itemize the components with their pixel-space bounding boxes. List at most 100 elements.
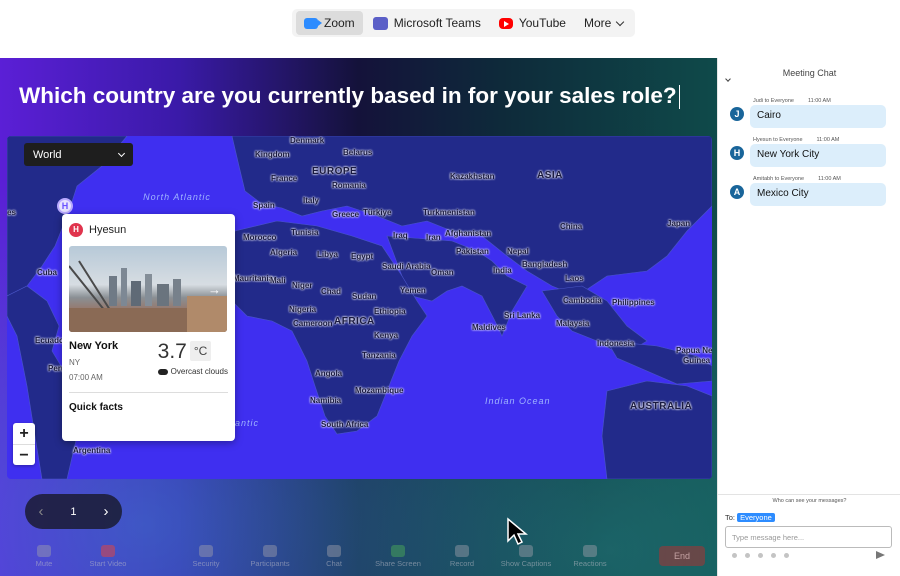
participants-icon <box>263 544 277 557</box>
chat-message-meta: Amitabh to Everyone 11:00 AM <box>753 176 841 182</box>
map-label-kenya: Kenya <box>374 331 399 340</box>
reactions-button[interactable]: Reactions <box>558 544 622 568</box>
mute-button[interactable]: Mute <box>12 544 76 568</box>
map-label-morocco: Morocco <box>243 233 277 242</box>
map-label-asia: ASIA <box>537 170 563 181</box>
arrow-right-icon[interactable]: → <box>208 282 221 297</box>
tab-more-label: More <box>583 16 612 30</box>
chat-input-tools <box>732 553 789 558</box>
weather-time: 07:00 AM <box>69 373 103 382</box>
shield-icon <box>199 544 213 557</box>
emoji-icon[interactable] <box>771 553 776 558</box>
chat-button[interactable]: Chat <box>302 544 366 568</box>
map-label-belarus: Belarus <box>343 148 373 157</box>
map-label-mozambique: Mozambique <box>355 386 404 395</box>
chevron-right-icon[interactable]: › <box>104 503 109 520</box>
screen: Zoom Microsoft Teams YouTube More Which … <box>0 0 900 576</box>
platform-tabs: Zoom Microsoft Teams YouTube More <box>292 9 636 37</box>
text-caret <box>678 85 681 110</box>
chevron-left-icon[interactable]: ‹ <box>38 503 43 520</box>
map-label-algeria: Algeria <box>270 248 298 257</box>
send-icon[interactable] <box>876 551 885 559</box>
map-label-india: India <box>493 266 512 275</box>
start-video-button[interactable]: Start Video <box>76 544 140 568</box>
map-label-chad: Chad <box>321 287 341 296</box>
map-label-greece: Greece <box>332 210 360 219</box>
record-label: Record <box>449 558 475 568</box>
avatar: H <box>730 146 744 160</box>
map-label-afghanistan: Afghanistan <box>445 229 492 238</box>
show-captions-label: Show Captions <box>500 558 552 568</box>
reactions-label: Reactions <box>573 558 607 568</box>
file-icon[interactable] <box>758 553 763 558</box>
map-label-kingdom: Kingdom <box>255 150 290 159</box>
avatar: A <box>730 185 744 199</box>
tab-more[interactable]: More <box>576 11 631 35</box>
record-button[interactable]: Record <box>430 544 494 568</box>
zoom-in-button[interactable]: + <box>13 423 35 444</box>
microphone-icon <box>37 544 51 557</box>
map-label-australia: AUSTRALIA <box>630 401 693 412</box>
city-skyline <box>69 260 227 332</box>
map-region-select[interactable]: World <box>24 143 133 166</box>
map-label-maldives: Maldives <box>472 323 506 332</box>
map-label-papua: Papua New <box>676 346 712 355</box>
tab-zoom[interactable]: Zoom <box>296 11 363 35</box>
meeting-toolbar: Mute Start Video Security Participants C… <box>0 536 717 576</box>
map-label-italy: Italy <box>303 196 320 205</box>
share-screen-button[interactable]: Share Screen <box>366 544 430 568</box>
map-label-guinea: Guinea <box>683 356 711 365</box>
chat-time: 11:00 AM <box>818 176 841 182</box>
end-meeting-button[interactable]: End <box>659 546 705 566</box>
weather-state: NY <box>69 358 81 367</box>
chat-message-meta: Hyesun to Everyone 11:00 AM <box>753 137 839 143</box>
map-label-iran: Iran <box>426 233 441 242</box>
map-label-china: China <box>560 222 583 231</box>
screenshot-icon[interactable] <box>745 553 750 558</box>
map-label-tunisia: Tunisia <box>291 228 319 237</box>
map-label-mali: Mali <box>270 276 286 285</box>
youtube-icon <box>498 17 513 29</box>
meeting-chat-panel: Meeting Chat Judi to Everyone 11:00 AM J … <box>717 58 900 576</box>
avatar: H <box>69 223 83 237</box>
weather-card-header: H Hyesun <box>69 223 228 237</box>
map-label-indonesia: Indonesia <box>597 339 635 348</box>
reactions-icon <box>583 544 597 557</box>
map-label-argentina: Argentina <box>73 446 111 455</box>
participants-button[interactable]: Participants <box>238 544 302 568</box>
map-label-sudan: Sudan <box>352 292 377 301</box>
map-label-europe: EUROPE <box>312 166 358 177</box>
zoom-icon <box>304 17 322 29</box>
map-zoom-control: + − <box>13 423 35 465</box>
map-label-libya: Libya <box>317 250 338 259</box>
map-label-iraq: Iraq <box>393 231 408 240</box>
weather-condition: Overcast clouds <box>157 367 228 376</box>
tab-youtube[interactable]: YouTube <box>491 11 574 35</box>
map-label-japan: Japan <box>667 219 691 228</box>
chat-message-input[interactable]: Type message here... <box>725 526 892 548</box>
zoom-out-button[interactable]: − <box>13 444 35 465</box>
who-can-see-link[interactable]: Who can see your messages? <box>718 494 900 504</box>
chat-recipient-select[interactable]: Everyone <box>737 513 775 522</box>
weather-info: New York NY 07:00 AM 3.7 °C Overcast clo… <box>69 340 228 382</box>
chat-title: Meeting Chat <box>782 68 837 78</box>
map-label-cuba: Cuba <box>37 268 57 277</box>
mouse-cursor-icon <box>507 517 528 546</box>
tab-microsoft-teams[interactable]: Microsoft Teams <box>365 11 489 35</box>
show-captions-button[interactable]: Show Captions <box>494 544 558 568</box>
format-icon[interactable] <box>732 553 737 558</box>
security-button[interactable]: Security <box>174 544 238 568</box>
more-icon[interactable] <box>784 553 789 558</box>
user-location-pin[interactable]: H <box>57 198 73 214</box>
world-map[interactable]: Denmark Kingdom Belarus EUROPE France Ro… <box>7 136 712 479</box>
chat-time: 11:00 AM <box>807 98 831 104</box>
map-label-south-africa: South Africa <box>321 420 369 429</box>
map-label-turkmenistan: Turkmenistan <box>423 208 475 217</box>
participants-label: Participants <box>250 558 290 568</box>
map-ocean-atlantic-fragment: antic <box>235 418 260 428</box>
weather-card: H Hyesun → New York NY 07:00 AM 3.7 °C O… <box>62 214 235 441</box>
map-label-mauritania: Mauritania <box>233 274 274 283</box>
map-label-laos: Laos <box>565 274 584 283</box>
share-screen-label: Share Screen <box>375 558 421 568</box>
quick-facts[interactable]: Quick facts <box>69 392 228 413</box>
